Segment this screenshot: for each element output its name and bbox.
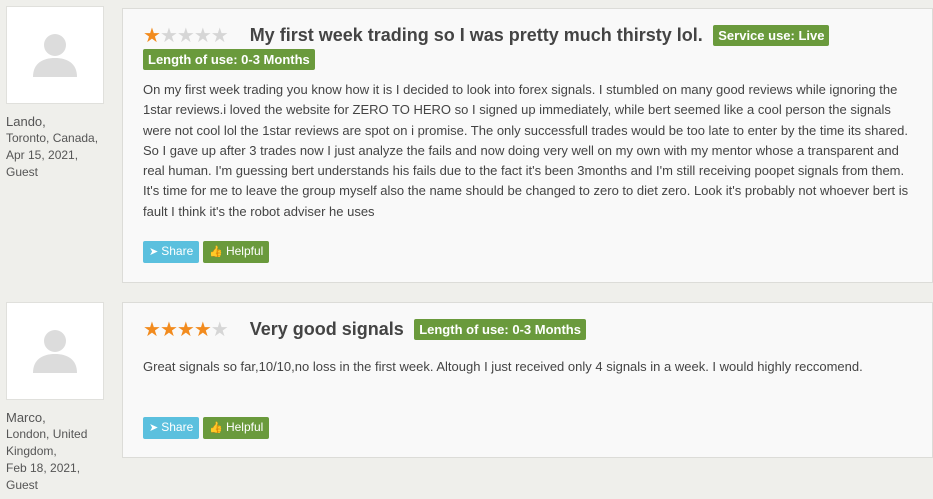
star-empty-icon: ★ — [210, 318, 229, 341]
star-filled-icon: ★ — [193, 318, 212, 341]
avatar — [6, 302, 104, 400]
star-empty-icon: ★ — [159, 24, 178, 47]
author-role: Guest — [6, 478, 39, 492]
review-author: Marco, London, United Kingdom, Feb 18, 2… — [6, 302, 112, 494]
share-label: Share — [161, 420, 194, 434]
helpful-button[interactable]: 👍 Helpful — [203, 417, 270, 439]
review-header: ★★★★★ Very good signals Length of use: 0-… — [143, 319, 920, 340]
review-title: Very good signals — [249, 319, 404, 339]
review-actions: ➤ Share 👍 Helpful — [143, 241, 273, 263]
star-rating: ★★★★★ — [143, 318, 229, 341]
thumbs-up-icon: 👍 — [209, 246, 223, 258]
star-filled-icon: ★ — [159, 318, 178, 341]
length-of-use-badge: Length of use: 0-3 Months — [414, 319, 586, 340]
star-filled-icon: ★ — [176, 318, 195, 341]
user-silhouette-icon — [33, 330, 77, 373]
review-title: My first week trading so I was pretty mu… — [249, 25, 703, 45]
helpful-button[interactable]: 👍 Helpful — [203, 241, 270, 263]
author-location: London, United Kingdom, — [6, 427, 88, 458]
helpful-label: Helpful — [225, 420, 264, 434]
review-actions: ➤ Share 👍 Helpful — [143, 417, 273, 439]
share-button[interactable]: ➤ Share — [143, 417, 200, 439]
star-filled-icon: ★ — [143, 24, 161, 47]
author-name: Marco, — [6, 410, 46, 425]
author-role: Guest — [6, 165, 39, 179]
service-use-badge: Service use: Live — [713, 25, 830, 46]
star-empty-icon: ★ — [176, 24, 195, 47]
share-button[interactable]: ➤ Share — [143, 241, 200, 263]
author-location: Toronto, Canada, — [6, 131, 99, 145]
avatar — [6, 6, 104, 104]
star-filled-icon: ★ — [143, 318, 161, 341]
author-name: Lando, — [6, 114, 46, 129]
review-date: Feb 18, 2021, — [6, 461, 81, 475]
user-silhouette-icon — [33, 34, 77, 77]
star-empty-icon: ★ — [210, 24, 229, 47]
review-author: Lando, Toronto, Canada, Apr 15, 2021, Gu… — [6, 6, 112, 181]
review-header: ★★★★★ My first week trading so I was pret… — [143, 25, 920, 70]
review-date: Apr 15, 2021, — [6, 148, 79, 162]
helpful-label: Helpful — [225, 244, 264, 258]
star-rating: ★★★★★ — [143, 24, 229, 47]
review-body: Great signals so far,10/10,no loss in th… — [143, 359, 863, 374]
length-of-use-badge: Length of use: 0-3 Months — [143, 49, 315, 70]
review-card: ★★★★★ Very good signals Length of use: 0-… — [122, 302, 933, 458]
share-icon: ➤ — [149, 246, 159, 258]
review-card: ★★★★★ My first week trading so I was pret… — [122, 8, 933, 283]
thumbs-up-icon: 👍 — [209, 422, 223, 434]
share-label: Share — [161, 244, 194, 258]
star-empty-icon: ★ — [193, 24, 212, 47]
review-body: On my first week trading you know how it… — [143, 82, 909, 219]
share-icon: ➤ — [149, 422, 159, 434]
